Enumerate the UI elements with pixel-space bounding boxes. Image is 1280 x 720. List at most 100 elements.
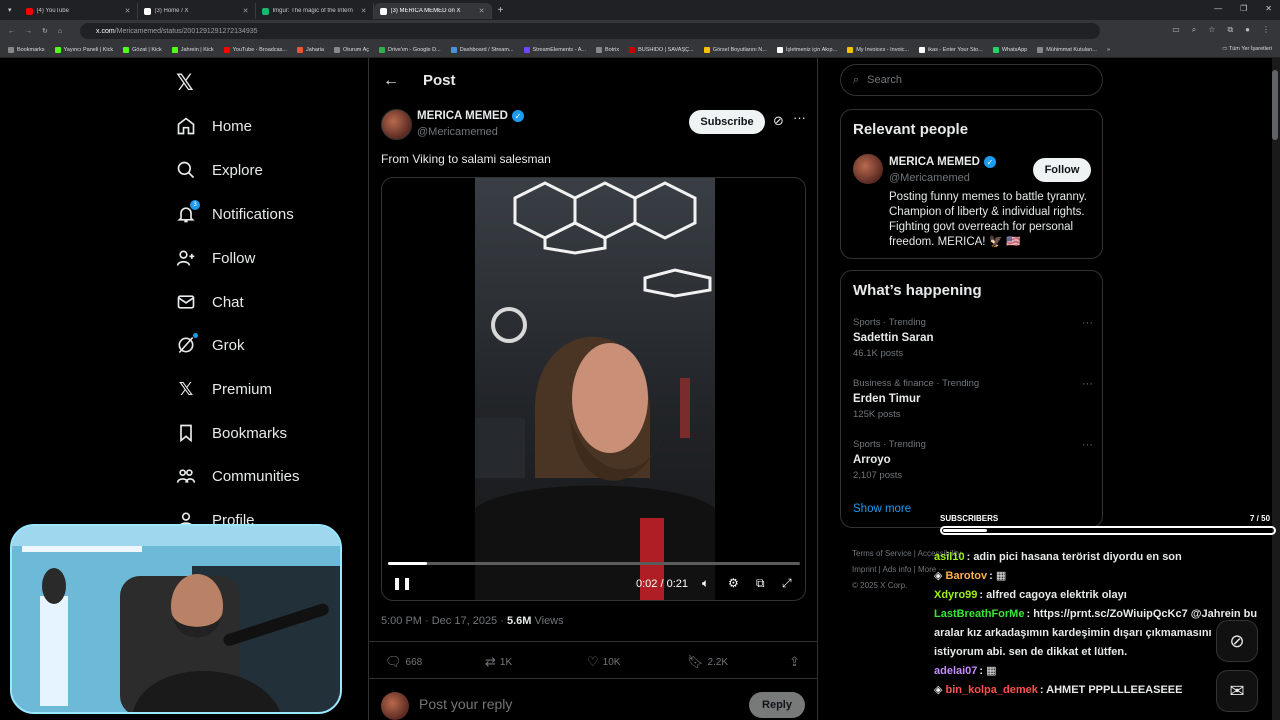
new-tab-icon[interactable]: + [498, 5, 504, 16]
bookmark-item[interactable]: My Invoices - Invoic... [847, 46, 909, 53]
bookmark-item[interactable]: Mühimmat Kutuları... [1037, 46, 1097, 53]
bookmark-item[interactable]: WhatsApp [992, 46, 1027, 53]
trend-item[interactable]: Sports · Trending Arroyo 2,107 posts ··· [853, 439, 1093, 481]
trend-item[interactable]: Sports · Trending Sadettin Saran 46.1K p… [853, 317, 1093, 359]
tab-search-icon[interactable]: ▾ [8, 6, 12, 14]
bookmark-item[interactable]: Oturum Aç [334, 46, 369, 53]
browser-tab-x-home[interactable]: (3) Home / X ✕ [138, 3, 256, 19]
more-options-icon[interactable]: ··· [793, 110, 806, 125]
bookmark-item[interactable]: Jaharia [296, 46, 324, 53]
like-stat[interactable]: ♡ 10K [587, 654, 620, 670]
nav-item-follow[interactable]: Follow [176, 248, 255, 268]
messages-floating-button[interactable]: ✉ [1216, 670, 1258, 712]
nav-item-communities[interactable]: Communities [176, 466, 300, 486]
volume-icon[interactable]: 🔈︎ [702, 576, 709, 591]
person-name[interactable]: MERICA MEMED ✓ [889, 156, 996, 168]
bookmark-item[interactable]: Yayıncı Paneli | Kick [54, 46, 113, 53]
grok-icon[interactable]: ⊘ [773, 113, 784, 129]
close-tab-icon[interactable]: ✕ [243, 7, 249, 15]
all-bookmarks-button[interactable]: ▭ Tüm Yer İşaretleri [1222, 46, 1272, 52]
video-progress-bar[interactable] [388, 562, 800, 565]
more-options-icon[interactable]: ··· [1082, 317, 1093, 329]
reload-icon[interactable]: ↻ [42, 27, 48, 35]
show-more-link[interactable]: Show more [853, 503, 911, 515]
person-handle[interactable]: @Mericamemed [889, 172, 970, 184]
browser-tab-youtube[interactable]: (4) YouTube ✕ [20, 3, 138, 19]
pause-icon[interactable]: ❚❚ [392, 576, 412, 590]
nav-item-grok[interactable]: Grok [176, 333, 245, 355]
page-title: Post [423, 72, 456, 89]
close-tab-icon[interactable]: ✕ [125, 7, 131, 15]
repost-stat[interactable]: ⇄ 1K [485, 654, 512, 670]
nav-item-explore[interactable]: Explore [176, 160, 263, 180]
chat-message: asil10: adin pici hasana terörist diyord… [934, 551, 1182, 563]
bookmark-item[interactable]: Bookmarks [8, 46, 45, 53]
trend-item[interactable]: Business & finance · Trending Erden Timu… [853, 378, 1093, 420]
back-nav-icon[interactable]: ← [8, 28, 15, 35]
nav-item-home[interactable]: Home [176, 116, 252, 136]
bookmark-item[interactable]: Görsel Boyutlarını N... [703, 46, 767, 53]
bookmark-item[interactable]: Dashboard / Stream... [450, 46, 514, 53]
grok-floating-button[interactable]: ⊘ [1216, 620, 1258, 662]
close-tab-icon[interactable]: ✕ [479, 7, 485, 15]
reply-input[interactable] [419, 696, 719, 712]
menu-icon[interactable]: ⋮ [1262, 25, 1270, 35]
bell-icon: 3 [176, 200, 200, 224]
bookmark-item[interactable]: YouTube - Broadcas... [223, 46, 287, 53]
bookmark-item[interactable]: BUSHIDO | SAVAŞÇ... [629, 46, 694, 53]
extensions-icon[interactable]: ⧉ [1227, 25, 1233, 35]
emote-icon: ▦ [995, 570, 1007, 582]
whatsapp-favicon-icon [992, 46, 999, 53]
subscribe-button[interactable]: Subscribe [689, 110, 765, 134]
search-icon: ⌕ [853, 73, 860, 86]
close-tab-icon[interactable]: ✕ [361, 7, 367, 15]
nav-item-premium[interactable]: 𝕏 Premium [176, 379, 272, 399]
author-name[interactable]: MERICA MEMED ✓ [417, 110, 524, 122]
home-icon [176, 116, 196, 136]
star-icon[interactable]: ☆ [1208, 25, 1215, 35]
close-window-icon[interactable]: ✕ [1265, 4, 1272, 13]
nav-item-chat[interactable]: Chat [176, 292, 244, 312]
profile-avatar-icon[interactable]: ● [1245, 25, 1250, 35]
more-options-icon[interactable]: ··· [1082, 439, 1093, 451]
zoom-icon[interactable]: ⌕ [1192, 25, 1196, 35]
more-bookmarks-icon[interactable]: » [1107, 47, 1110, 53]
bookmark-item[interactable]: İşletmeniz için Akıp... [776, 46, 837, 53]
person-avatar[interactable] [853, 154, 883, 184]
bookmark-item[interactable]: Jahrein | Kick [171, 46, 214, 53]
reply-button[interactable]: Reply [749, 692, 805, 718]
browser-tab-imgur[interactable]: Imgur: The magic of the Intern ✕ [256, 3, 374, 19]
back-arrow-icon[interactable]: ← [383, 72, 399, 90]
forward-nav-icon[interactable]: → [25, 28, 32, 35]
search-input[interactable]: ⌕ Search [840, 64, 1103, 96]
scrollbar-thumb[interactable] [1272, 70, 1278, 140]
cast-icon[interactable]: ▭ [1172, 25, 1180, 35]
author-avatar[interactable] [381, 109, 412, 140]
video-player[interactable]: ❚❚ 0:02 / 0:21 🔈︎ ⚙ ⧉ ⤢ [381, 177, 806, 601]
bookmark-stat[interactable]: 🔖︎ 2.2K [687, 654, 728, 670]
nav-item-bookmarks[interactable]: Bookmarks [176, 423, 287, 443]
bookmark-item[interactable]: Gözat | Kick [123, 46, 162, 53]
follow-button[interactable]: Follow [1033, 158, 1091, 182]
bookmark-item[interactable]: Drive'ım - Google D... [379, 46, 441, 53]
reply-stat[interactable]: 🗨︎ 668 [385, 654, 422, 670]
minimize-icon[interactable]: — [1214, 4, 1222, 13]
fullscreen-icon[interactable]: ⤢ [782, 576, 792, 591]
x-logo-icon[interactable]: 𝕏 [176, 70, 194, 96]
user-avatar [381, 692, 409, 720]
bookmark-item[interactable]: ikas - Enter Your Sto... [919, 46, 983, 53]
settings-gear-icon[interactable]: ⚙ [728, 576, 739, 590]
page-scrollbar[interactable] [1272, 58, 1280, 720]
home-nav-icon[interactable]: ⌂ [58, 28, 62, 35]
browser-tab-merica-memed[interactable]: (3) MERICA MEMED on X ✕ [373, 3, 492, 19]
more-options-icon[interactable]: ··· [1082, 378, 1093, 390]
picture-in-picture-icon[interactable]: ⧉ [756, 576, 765, 591]
bookmark-item[interactable]: Botrix [596, 46, 619, 53]
url-field[interactable]: x.com/Mericamemed/status/200129129127213… [80, 23, 1100, 39]
new-indicator-dot [193, 333, 198, 338]
bookmark-item[interactable]: StreamElements - A... [523, 46, 586, 53]
nav-item-notifications[interactable]: 3 Notifications [176, 200, 294, 224]
author-handle[interactable]: @Mericamemed [417, 126, 498, 138]
share-icon[interactable]: ⇪ [789, 654, 800, 670]
maximize-icon[interactable]: ❐ [1240, 4, 1247, 13]
